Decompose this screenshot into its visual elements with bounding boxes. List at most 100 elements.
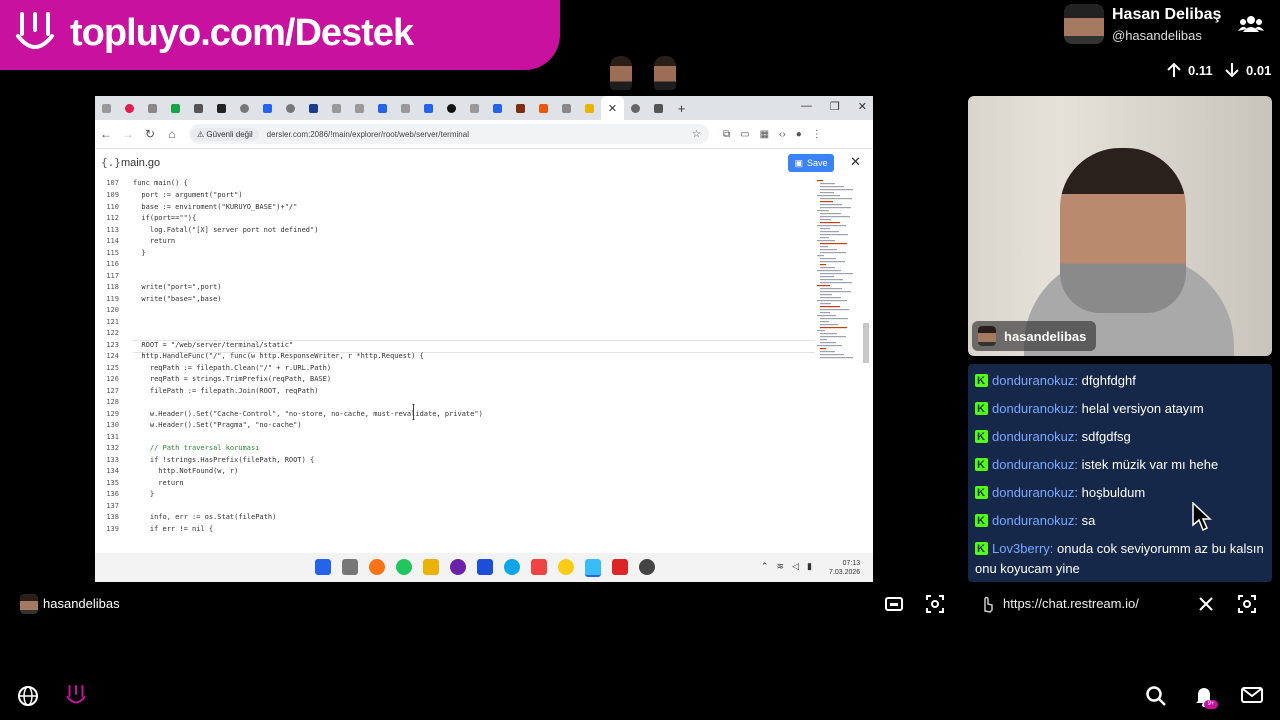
window-close-icon[interactable]: ✕ [858, 100, 867, 113]
code-editor[interactable]: 107 func main() {109 port := argument("po… [95, 178, 873, 553]
focus-icon[interactable] [925, 594, 945, 614]
chat-username[interactable]: donduranokuz: [992, 457, 1078, 472]
browser-tab[interactable] [394, 96, 417, 120]
chat-username[interactable]: donduranokuz: [992, 401, 1078, 416]
browser-tab[interactable] [256, 96, 279, 120]
taskbar-icons [315, 559, 655, 577]
globe-icon[interactable] [17, 685, 39, 707]
chrome-icon[interactable] [558, 559, 574, 575]
browser-tab[interactable] [233, 96, 256, 120]
line-number: 116 [106, 260, 119, 268]
home-icon[interactable]: ⌂ [161, 127, 183, 141]
browser-tab[interactable] [486, 96, 509, 120]
topluyo-icon[interactable] [64, 684, 88, 708]
streamer-avatar[interactable] [1064, 4, 1104, 44]
webcam-name: hasandelibas [1004, 328, 1087, 344]
line-number: 118 [106, 283, 119, 291]
browser-tab-active[interactable]: ✕ [601, 96, 624, 120]
arrow-down-icon [1225, 63, 1239, 78]
browser-tab[interactable] [325, 96, 348, 120]
browser-tab[interactable] [118, 96, 141, 120]
search-icon[interactable] [1145, 685, 1167, 707]
mail-icon[interactable] [1241, 686, 1263, 704]
chat-username[interactable]: Lov3berry: [992, 541, 1053, 556]
address-bar: ← → ↻ ⌂ ⚠ Güvenli değil dersler.com:2086… [95, 120, 873, 149]
chat-username[interactable]: donduranokuz: [992, 429, 1078, 444]
whatsapp-icon[interactable] [396, 559, 412, 575]
bookmark-star-icon[interactable]: ☆ [692, 129, 701, 140]
browser-tab[interactable] [647, 96, 670, 120]
cast-icon[interactable]: ▭ [740, 129, 749, 140]
screen-icon[interactable] [884, 595, 904, 613]
line-number: 135 [106, 478, 119, 487]
chat-text: dfghfdghf [1081, 373, 1136, 388]
start-icon[interactable] [315, 559, 331, 575]
forward-icon[interactable]: → [117, 127, 139, 141]
volume-icon[interactable]: ◁ [792, 561, 799, 572]
menu-icon[interactable]: ⋮ [812, 129, 822, 140]
new-tab-button[interactable]: + [670, 96, 693, 120]
minimap-line [820, 339, 827, 341]
browser-tab[interactable] [463, 96, 486, 120]
browser-tab[interactable] [164, 96, 187, 120]
browser-tab[interactable] [440, 96, 463, 120]
browser-tab[interactable] [95, 96, 118, 120]
battery-icon[interactable]: ▮ [807, 561, 812, 572]
extension-icon[interactable]: ⧉ [723, 129, 730, 140]
close-file-icon[interactable]: ✕ [850, 154, 861, 170]
app-icon[interactable] [639, 559, 655, 575]
chat-url[interactable]: https://chat.restream.io/ [1003, 596, 1139, 611]
browser-tab[interactable] [187, 96, 210, 120]
browser-tab[interactable] [532, 96, 555, 120]
browser-tab[interactable] [509, 96, 532, 120]
chat-username[interactable]: donduranokuz: [992, 485, 1078, 500]
tray-chevron-icon[interactable]: ⌃ [761, 561, 769, 572]
browser-tab[interactable] [302, 96, 325, 120]
app-icon[interactable] [612, 559, 628, 575]
app-icon[interactable] [369, 559, 385, 575]
vscode-icon[interactable] [477, 559, 493, 575]
browser-tab[interactable] [417, 96, 440, 120]
text-cursor-icon [412, 404, 415, 420]
browser-tab[interactable] [141, 96, 164, 120]
wifi-icon[interactable]: ≋ [777, 561, 785, 572]
browser-tab[interactable] [555, 96, 578, 120]
back-icon[interactable]: ← [95, 127, 117, 141]
brave-icon[interactable] [531, 559, 547, 575]
browser-tab[interactable] [348, 96, 371, 120]
apps-icon[interactable]: ▦ [760, 129, 769, 140]
browser-tab[interactable] [279, 96, 302, 120]
code-text: return [133, 478, 184, 487]
chat-username[interactable]: donduranokuz: [992, 373, 1078, 388]
chat-username[interactable]: donduranokuz: [992, 513, 1078, 528]
restore-icon[interactable]: ❐ [830, 100, 840, 113]
people-icon[interactable] [1238, 14, 1264, 34]
browser-tab[interactable] [624, 96, 647, 120]
chat-message: donduranokuz: hoşbuldum [975, 483, 1267, 503]
close-tab-icon[interactable]: ✕ [608, 102, 617, 115]
minimap-line [817, 255, 824, 257]
browser-tab[interactable] [210, 96, 233, 120]
close-icon[interactable] [1198, 596, 1214, 612]
browser-tab[interactable] [371, 96, 394, 120]
minimize-icon[interactable]: — [801, 100, 812, 113]
code-icon[interactable]: ‹› [779, 129, 786, 140]
minimap-line [817, 195, 840, 197]
focus-icon[interactable] [1237, 594, 1257, 614]
browser-tab[interactable] [578, 96, 601, 120]
reload-icon[interactable]: ↻ [139, 127, 161, 141]
github-desktop-icon[interactable] [450, 559, 466, 575]
file-explorer-icon[interactable] [423, 559, 439, 575]
code-minimap[interactable] [817, 178, 857, 378]
taskbar-clock[interactable]: 07:13 7.03.2026 [829, 559, 860, 577]
active-app-icon[interactable] [585, 559, 601, 577]
task-view-icon[interactable] [342, 559, 358, 575]
file-header: {.} main.go ▣ Save ✕ [95, 149, 873, 177]
editor-scrollbar[interactable] [863, 323, 869, 363]
security-chip[interactable]: ⚠ Güvenli değil [191, 127, 259, 141]
kick-platform-icon [975, 427, 988, 447]
edge-icon[interactable] [504, 559, 520, 575]
save-button[interactable]: ▣ Save [788, 154, 834, 172]
profile-icon[interactable]: ● [796, 129, 802, 140]
url-field[interactable]: ⚠ Güvenli değil dersler.com:2086/!main/e… [189, 124, 709, 144]
